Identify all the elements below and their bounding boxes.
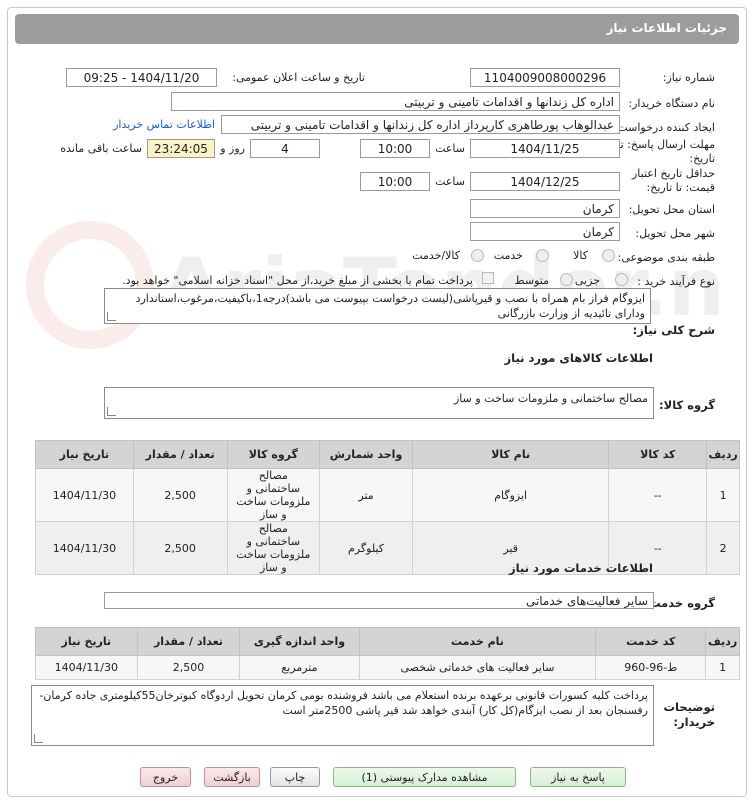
service-group-label: گروه خدمت: (644, 596, 715, 610)
goods-col-qty: تعداد / مقدار (132, 440, 228, 469)
goods-col-row: ردیف (706, 440, 740, 469)
category-radio-goods-service[interactable] (471, 249, 484, 262)
cell-row: 1 (705, 655, 740, 680)
cell-qty: 2,500 (132, 521, 228, 575)
resize-handle[interactable] (107, 407, 116, 416)
need-number-field: 1104009008000296 (470, 68, 620, 87)
send-date-field: 1404/11/25 (470, 139, 620, 158)
goods-col-date: تاریخ نیاز (35, 440, 134, 469)
city-label: شهر محل تحویل: (635, 227, 715, 240)
validity-label: حداقل تاریخ اعتبار (631, 167, 715, 180)
category-label: طبقه بندی موضوعی: (617, 251, 715, 264)
buyer-org-field: اداره کل زندانها و اقدامات تامینی و تربی… (171, 92, 620, 111)
send-hour-label: ساعت (435, 142, 465, 155)
services-col-code: کد خدمت (595, 627, 707, 656)
cell-date: 1404/11/30 (35, 468, 134, 522)
services-col-name: نام خدمت (358, 627, 597, 656)
table-row: 1 ط-96-960 سایر فعالیت های خدماتی شخصی م… (35, 655, 740, 680)
table-row: 1 -- ایزوگام متر مصالح ساختمانی و ملزوما… (35, 468, 740, 522)
cell-name: ایزوگام (411, 468, 610, 522)
requester-field: عبدالوهاب پورطاهری کارپرداز اداره کل زند… (221, 115, 620, 134)
goods-col-code: کد کالا (608, 440, 708, 469)
cell-code: -- (608, 468, 708, 522)
send-deadline-label: مهلت ارسال پاسخ: تا (617, 138, 715, 151)
validity-date-field: 1404/12/25 (470, 172, 620, 191)
announce-field: 1404/11/20 - 09:25 (66, 68, 217, 87)
services-col-row: ردیف (705, 627, 740, 656)
services-col-qty: تعداد / مقدار (136, 627, 241, 656)
process-label: نوع فرآیند خرید : (637, 275, 715, 288)
buyer-contact-link[interactable]: اطلاعات تماس خریدار (113, 118, 215, 131)
cell-date: 1404/11/30 (35, 655, 138, 680)
goods-group-label: گروه کالا: (659, 398, 715, 412)
services-col-unit: واحد اندازه گیری (239, 627, 360, 656)
need-number-label: شماره نیاز: (662, 71, 715, 84)
category-radio-service[interactable] (536, 249, 549, 262)
validity-time-field: 10:00 (360, 172, 430, 191)
buyer-notes-label-2: خریدار: (673, 715, 715, 729)
treasury-checkbox[interactable] (482, 272, 494, 284)
process-radio-minor[interactable] (615, 273, 628, 286)
goods-section-title: اطلاعات کالاهای مورد نیاز (504, 351, 653, 365)
remaining-label: ساعت باقی مانده (60, 142, 142, 155)
province-field: کرمان (470, 199, 620, 218)
province-label: استان محل تحویل: (628, 203, 715, 216)
days-field: 4 (250, 139, 320, 158)
buyer-notes-text: پرداخت کلیه کسورات قانونی برعهده برنده ا… (39, 689, 648, 717)
print-button[interactable]: چاپ (270, 767, 320, 787)
services-section-title: اطلاعات خدمات مورد نیاز (509, 561, 653, 575)
remaining-time-field: 23:24:05 (147, 139, 215, 158)
need-summary-text: ایزوگام فراز بام همراه با نصب و قیرپاشی(… (135, 292, 645, 320)
buyer-notes-box: پرداخت کلیه کسورات قانونی برعهده برنده ا… (31, 685, 654, 746)
goods-col-unit: واحد شمارش (319, 440, 413, 469)
view-attachments-button[interactable]: مشاهده مدارک پیوستی (1) (333, 767, 516, 787)
back-button[interactable]: بازگشت (204, 767, 260, 787)
cell-qty: 2,500 (132, 468, 228, 522)
buyer-org-label: نام دستگاه خریدار: (628, 97, 715, 110)
goods-table: ردیف کد کالا نام کالا واحد شمارش گروه کا… (35, 440, 740, 575)
send-time-field: 10:00 (360, 139, 430, 158)
cell-unit: مترمربع (239, 655, 360, 680)
send-deadline-label-2: تاریخ: (689, 152, 715, 165)
goods-col-group: گروه کالا (226, 440, 321, 469)
category-radio-goods[interactable] (602, 249, 615, 262)
exit-button[interactable]: خروج (140, 767, 191, 787)
requester-label: ایجاد کننده درخواست: (613, 121, 715, 134)
cell-group: مصالح ساختمانی و ملزومات ساخت و ساز (226, 521, 321, 575)
reply-button[interactable]: پاسخ به نیاز (530, 767, 626, 787)
need-summary-box: ایزوگام فراز بام همراه با نصب و قیرپاشی(… (104, 288, 651, 324)
cell-unit: کیلوگرم (319, 521, 413, 575)
goods-group-text: مصالح ساختمانی و ملزومات ساخت و ساز (453, 392, 648, 405)
city-field: کرمان (470, 222, 620, 241)
service-group-field: سایر فعالیت‌های خدماتی (104, 592, 654, 609)
buyer-notes-label: توضیحات (663, 700, 716, 714)
cell-qty: 2,500 (136, 655, 241, 680)
process-option-medium: متوسط (514, 274, 549, 287)
category-option-goods-service: کالا/خدمت (412, 249, 460, 262)
validity-label-2: قیمت: تا تاریخ: (646, 181, 715, 194)
cell-unit: متر (319, 468, 413, 522)
announce-label: تاریخ و ساعت اعلان عمومی: (232, 71, 365, 84)
page-title: جزئیات اطلاعات نیاز (15, 14, 739, 44)
cell-row: 2 (706, 521, 740, 575)
resize-handle[interactable] (34, 734, 43, 743)
process-option-minor: جزیی (574, 274, 600, 287)
treasury-note: پرداخت تمام یا بخشی از مبلغ خرید،از محل … (122, 274, 473, 287)
cell-name: سایر فعالیت های خدماتی شخصی (358, 655, 597, 680)
cell-group: مصالح ساختمانی و ملزومات ساخت و ساز (226, 468, 321, 522)
services-table: ردیف کد خدمت نام خدمت واحد اندازه گیری ت… (35, 627, 740, 680)
cell-date: 1404/11/30 (35, 521, 134, 575)
need-summary-label: شرح کلی نیاز: (632, 323, 715, 337)
goods-group-box: مصالح ساختمانی و ملزومات ساخت و ساز (104, 387, 654, 419)
cell-code: ط-96-960 (595, 655, 707, 680)
goods-col-name: نام کالا (411, 440, 610, 469)
process-radio-medium[interactable] (560, 273, 573, 286)
category-option-goods: کالا (573, 249, 588, 262)
days-label: روز و (220, 142, 245, 155)
category-option-service: خدمت (493, 249, 523, 262)
validity-hour-label: ساعت (435, 175, 465, 188)
services-col-date: تاریخ نیاز (35, 627, 138, 656)
resize-handle[interactable] (107, 312, 116, 321)
cell-row: 1 (706, 468, 740, 522)
